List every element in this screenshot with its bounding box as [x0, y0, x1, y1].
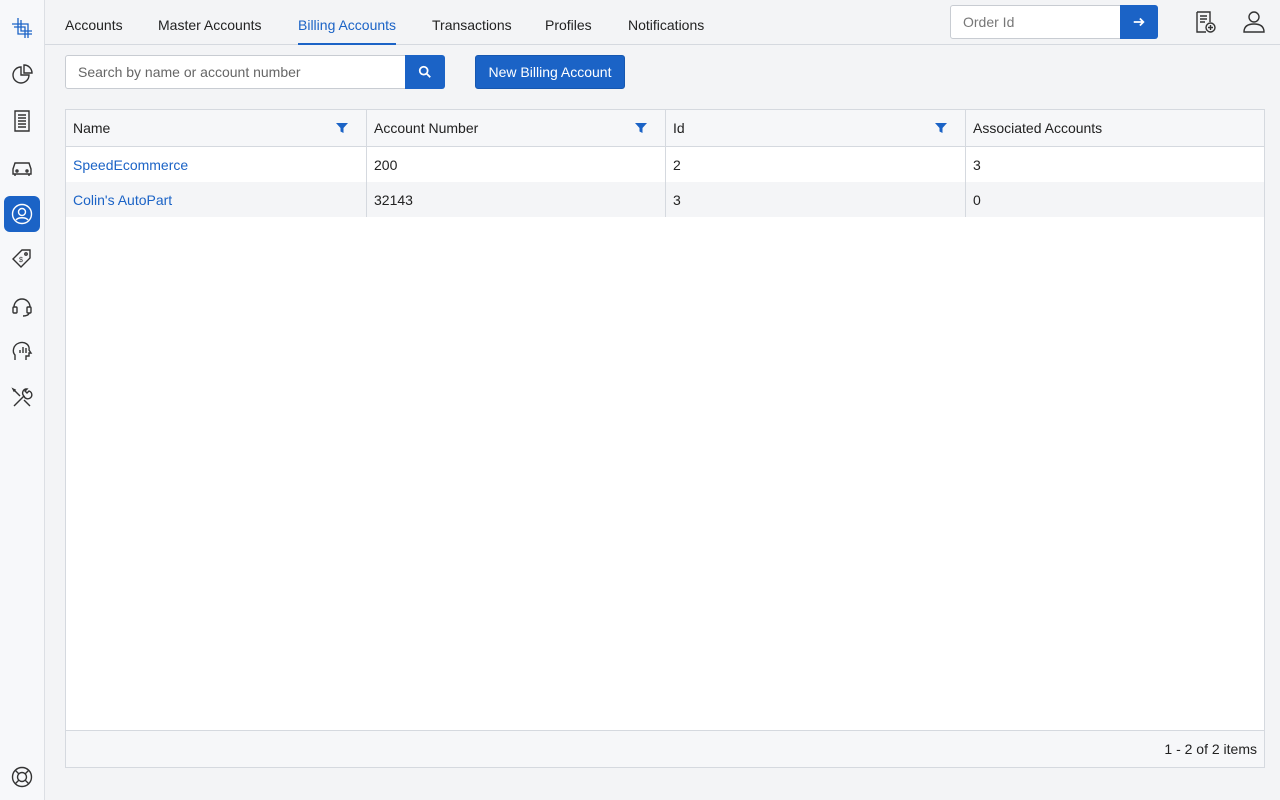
- tab-master-accounts[interactable]: Master Accounts: [158, 17, 262, 45]
- arrow-right-icon: [1133, 17, 1145, 27]
- analytics-head-icon[interactable]: [4, 333, 40, 369]
- help-lifebuoy-icon[interactable]: [4, 759, 40, 795]
- search-button[interactable]: [405, 55, 445, 89]
- price-tag-icon[interactable]: $: [4, 241, 40, 277]
- column-label: Account Number: [374, 120, 479, 136]
- pager-info: 1 - 2 of 2 items: [1164, 741, 1257, 757]
- receipt-icon[interactable]: [4, 103, 40, 139]
- user-circle-icon[interactable]: [4, 196, 40, 232]
- column-header-id[interactable]: Id: [666, 110, 966, 146]
- column-header-account-number[interactable]: Account Number: [367, 110, 666, 146]
- table-row[interactable]: SpeedEcommerce 200 2 3: [66, 147, 1264, 182]
- tab-profiles[interactable]: Profiles: [545, 17, 592, 45]
- account-number-cell: 200: [367, 147, 666, 182]
- billing-accounts-grid: Name Account Number Id Associated Accoun…: [65, 109, 1265, 768]
- column-label: Associated Accounts: [973, 120, 1103, 136]
- filter-icon[interactable]: [935, 122, 947, 134]
- column-label: Name: [73, 120, 111, 136]
- tab-accounts[interactable]: Accounts: [65, 17, 123, 45]
- column-label: Id: [673, 120, 685, 136]
- tools-icon[interactable]: [4, 380, 40, 416]
- logo-icon[interactable]: [4, 10, 40, 46]
- user-profile-icon[interactable]: [1242, 10, 1266, 34]
- tab-billing-accounts[interactable]: Billing Accounts: [298, 17, 397, 45]
- account-number-cell: 32143: [367, 182, 666, 217]
- sidebar: $: [0, 0, 45, 800]
- id-cell: 2: [666, 147, 966, 182]
- associated-accounts-cell: 0: [973, 191, 981, 208]
- search-icon: [418, 65, 431, 78]
- column-header-name[interactable]: Name: [66, 110, 367, 146]
- search-input[interactable]: [65, 55, 406, 89]
- grid-pager: 1 - 2 of 2 items: [66, 730, 1264, 767]
- filter-icon[interactable]: [336, 122, 348, 134]
- tab-transactions[interactable]: Transactions: [432, 17, 512, 45]
- new-billing-account-button[interactable]: New Billing Account: [475, 55, 625, 89]
- associated-accounts-cell: 3: [973, 156, 981, 173]
- account-name-link[interactable]: Colin's AutoPart: [66, 182, 367, 217]
- account-name-link[interactable]: SpeedEcommerce: [66, 147, 367, 182]
- tab-notifications[interactable]: Notifications: [628, 17, 704, 45]
- order-id-input[interactable]: [950, 5, 1121, 39]
- svg-text:$: $: [19, 257, 23, 264]
- order-go-button[interactable]: [1120, 5, 1158, 39]
- new-order-icon[interactable]: [1193, 10, 1217, 34]
- car-icon[interactable]: [4, 149, 40, 185]
- filter-icon[interactable]: [635, 122, 647, 134]
- column-header-associated-accounts[interactable]: Associated Accounts: [966, 110, 1264, 146]
- table-row[interactable]: Colin's AutoPart 32143 3 0: [66, 182, 1264, 217]
- headset-support-icon[interactable]: [4, 288, 40, 324]
- id-cell: 3: [666, 182, 966, 217]
- dashboard-pie-icon[interactable]: [4, 57, 40, 93]
- grid-header: Name Account Number Id Associated Accoun…: [66, 110, 1264, 147]
